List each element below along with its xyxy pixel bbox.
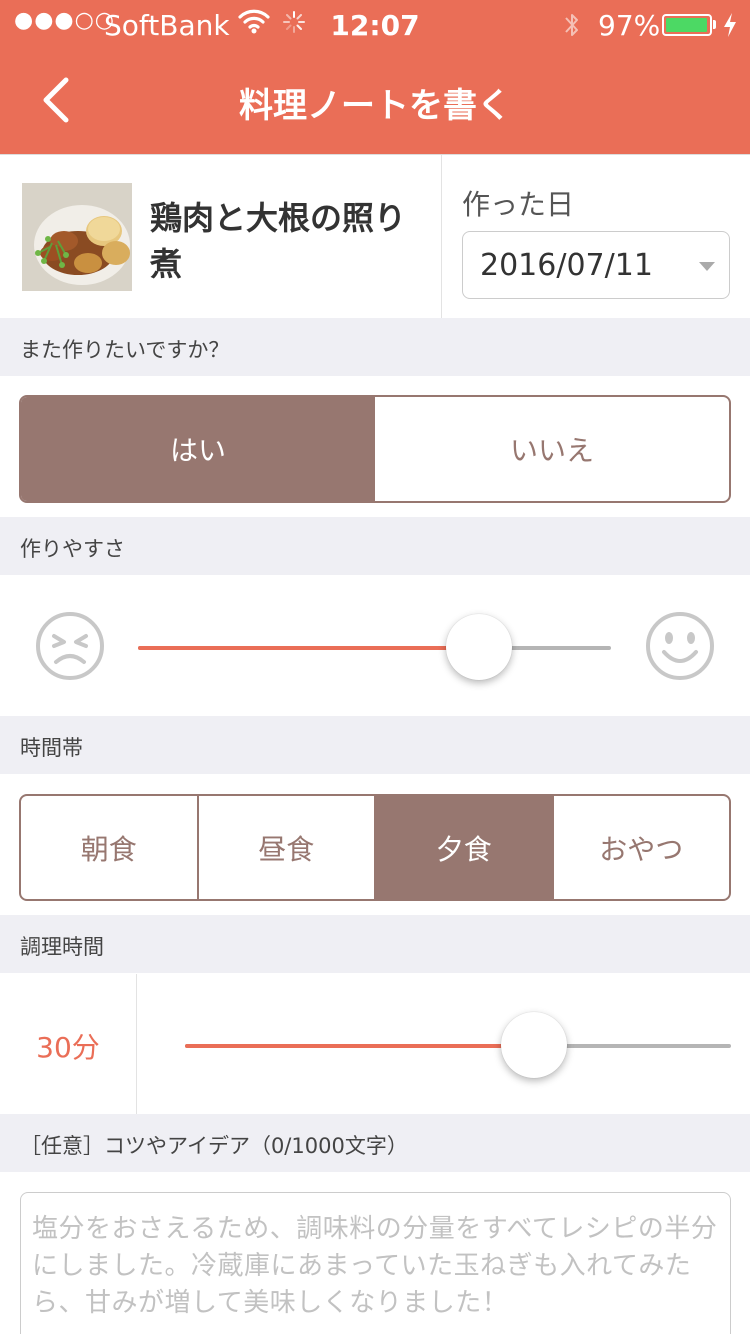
section-header-timeslot: 時間帯 (0, 716, 750, 774)
cook-time-slider-handle[interactable] (501, 1012, 568, 1078)
chevron-down-icon (699, 262, 715, 271)
section-label: 調理時間 (20, 935, 104, 959)
timeslot-option-dinner[interactable]: 夕食 (374, 796, 552, 899)
ease-slider-handle[interactable] (445, 614, 512, 680)
cook-time-value: 30分 (36, 1031, 100, 1064)
battery-tip (713, 20, 716, 29)
note-textarea[interactable]: 塩分をおさえるため、調味料の分量をすべてレシピの半分にしました。冷蔵庫にあまって… (20, 1192, 731, 1334)
note-placeholder: 塩分をおさえるため、調味料の分量をすべてレシピの半分にしました。冷蔵庫にあまって… (32, 1214, 718, 1318)
ease-slider-fill (138, 646, 479, 650)
cook-time-slider-fill (185, 1044, 535, 1048)
section-label: 時間帯 (20, 736, 83, 760)
recipe-thumbnail (22, 183, 132, 291)
section-label: ［任意］コツやアイデア（0/1000文字） (20, 1134, 408, 1158)
cook-time-slider-track[interactable] (185, 1044, 731, 1048)
section-header-again: また作りたいですか？ (0, 318, 750, 376)
date-label: 作った日 (462, 188, 575, 221)
charging-bolt-icon (724, 13, 736, 37)
timeslot-option-breakfast[interactable]: 朝食 (21, 796, 197, 899)
date-value: 2016/07/11 (480, 248, 653, 283)
timeslot-option-lunch[interactable]: 昼食 (196, 796, 375, 899)
again-segmented-control: はい いいえ (19, 395, 731, 503)
smiley-face-icon[interactable] (644, 610, 716, 682)
timeslot-option-snack[interactable]: おやつ (551, 796, 730, 899)
status-bar: ●●●○○ SoftBank 12:07 97% (0, 0, 750, 50)
battery-percent: 97% (598, 9, 661, 42)
bluetooth-icon (565, 14, 578, 36)
section-header-ease: 作りやすさ (0, 517, 750, 575)
again-option-yes[interactable]: はい (21, 397, 375, 501)
divider (136, 974, 137, 1116)
unhappy-face-icon[interactable] (34, 610, 106, 682)
page-title: 料理ノートを書く (239, 86, 511, 126)
app-header: ●●●○○ SoftBank 12:07 97% 料理ノートを書く (0, 0, 750, 154)
recipe-summary: 鶏肉と大根の照り煮 作った日 2016/07/11 (0, 154, 750, 319)
divider (441, 155, 442, 319)
again-option-no[interactable]: いいえ (375, 397, 729, 501)
section-label: また作りたいですか？ (20, 338, 230, 362)
date-select[interactable]: 2016/07/11 (462, 231, 730, 299)
section-header-cook-time: 調理時間 (0, 915, 750, 973)
timeslot-segmented-control: 朝食 昼食 夕食 おやつ (19, 794, 731, 901)
battery-icon (662, 14, 712, 36)
recipe-name: 鶏肉と大根の照り煮 (150, 199, 407, 283)
section-label: 作りやすさ (20, 537, 125, 561)
ease-slider-track[interactable] (138, 646, 611, 650)
section-header-note: ［任意］コツやアイデア（0/1000文字） (0, 1114, 750, 1172)
